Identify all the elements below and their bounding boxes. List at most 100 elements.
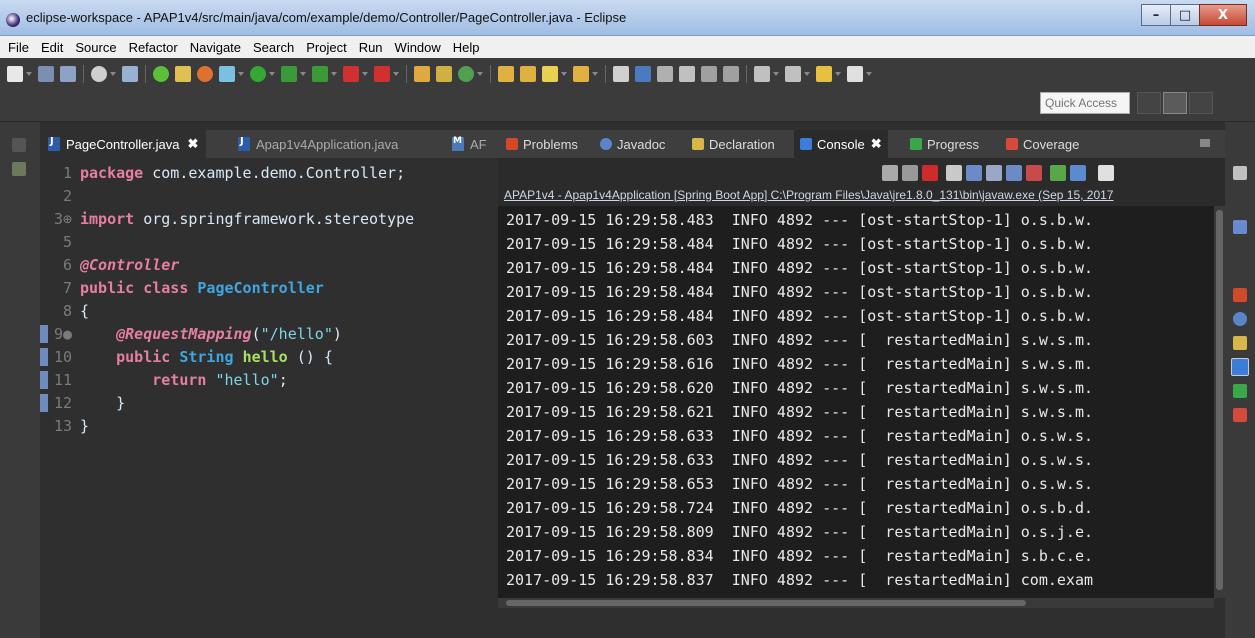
chevron-down-icon[interactable] — [238, 72, 244, 76]
menu-run[interactable]: Run — [353, 40, 389, 55]
remove-launch-icon[interactable] — [882, 165, 898, 181]
maximize-button[interactable]: □ — [1170, 4, 1200, 26]
console-horizontal-scrollbar[interactable] — [498, 598, 1214, 608]
coverage-run-icon[interactable] — [281, 66, 297, 82]
chevron-down-icon[interactable] — [835, 72, 841, 76]
scroll-lock-icon[interactable] — [966, 165, 982, 181]
menu-navigate[interactable]: Navigate — [184, 40, 247, 55]
tab-declaration[interactable]: Declaration — [686, 130, 781, 158]
console-vertical-scrollbar[interactable] — [1214, 206, 1225, 598]
declaration-icon[interactable] — [1233, 336, 1247, 350]
package-explorer-icon[interactable] — [12, 162, 26, 176]
new-class-icon[interactable] — [458, 66, 474, 82]
chevron-down-icon[interactable] — [393, 72, 399, 76]
outline-icon[interactable] — [1233, 220, 1247, 234]
external-tools-icon[interactable] — [312, 66, 328, 82]
line-number[interactable]: 9● — [40, 325, 80, 343]
quick-access-input[interactable] — [1040, 92, 1130, 114]
javadoc-icon[interactable] — [1233, 312, 1247, 326]
chevron-down-icon[interactable] — [26, 72, 32, 76]
tab-pagecontroller[interactable]: PageController.java ✖ — [40, 130, 207, 158]
relaunch-icon[interactable] — [197, 66, 213, 82]
tab-coverage[interactable]: Coverage — [1000, 130, 1085, 158]
show-stderr-icon[interactable] — [1026, 165, 1042, 181]
new-icon[interactable] — [7, 66, 23, 82]
chevron-down-icon[interactable] — [866, 72, 872, 76]
chevron-down-icon[interactable] — [331, 72, 337, 76]
spring-boot-icon[interactable] — [153, 66, 169, 82]
close-button[interactable]: X — [1199, 4, 1247, 26]
next-annotation-icon[interactable] — [754, 66, 770, 82]
search-icon[interactable] — [613, 66, 629, 82]
open-folder-icon[interactable] — [573, 66, 589, 82]
chevron-down-icon[interactable] — [804, 72, 810, 76]
menu-project[interactable]: Project — [300, 40, 352, 55]
previous-annotation-icon[interactable] — [785, 66, 801, 82]
show-whitespace-icon[interactable] — [679, 66, 695, 82]
menu-source[interactable]: Source — [69, 40, 122, 55]
tab-progress[interactable]: Progress — [904, 130, 985, 158]
pencil-icon[interactable] — [542, 66, 558, 82]
tab-apap1v4application[interactable]: Apap1v4Application.java — [230, 130, 406, 158]
toggle-mark-icon[interactable] — [657, 66, 673, 82]
new-java-project-icon[interactable] — [414, 66, 430, 82]
annotation-icon[interactable] — [635, 66, 651, 82]
chevron-down-icon[interactable] — [300, 72, 306, 76]
word-wrap-icon[interactable] — [986, 165, 1002, 181]
chevron-down-icon[interactable] — [592, 72, 598, 76]
remove-all-terminated-icon[interactable] — [902, 165, 918, 181]
java-perspective-icon[interactable] — [1163, 92, 1187, 114]
chevron-down-icon[interactable] — [773, 72, 779, 76]
pin-console-icon[interactable] — [1050, 165, 1066, 181]
console-icon[interactable] — [1231, 358, 1249, 376]
back-icon[interactable] — [816, 66, 832, 82]
save-icon[interactable] — [38, 66, 54, 82]
code-editor[interactable]: 1 package com.example.demo.Controller; 2… — [40, 158, 502, 638]
close-icon[interactable]: ✖ — [187, 136, 198, 152]
chevron-down-icon[interactable] — [110, 72, 116, 76]
menu-refactor[interactable]: Refactor — [123, 40, 184, 55]
terminate-icon[interactable] — [374, 66, 390, 82]
skip-breakpoints-icon[interactable] — [122, 66, 138, 82]
menu-search[interactable]: Search — [247, 40, 300, 55]
minimize-button[interactable]: – — [1141, 4, 1171, 26]
open-console-icon[interactable] — [1098, 165, 1114, 181]
block-selection-icon[interactable] — [701, 66, 717, 82]
open-task-icon[interactable] — [520, 66, 536, 82]
progress-icon[interactable] — [1233, 384, 1247, 398]
tab-overflow[interactable]: AF — [444, 130, 495, 158]
new-package-icon[interactable] — [436, 66, 452, 82]
debug-icon[interactable] — [91, 66, 107, 82]
tab-problems[interactable]: Problems — [500, 130, 584, 158]
save-all-icon[interactable] — [60, 66, 76, 82]
tab-javadoc[interactable]: Javadoc — [594, 130, 671, 158]
clear-console-icon[interactable] — [946, 165, 962, 181]
show-stdout-icon[interactable] — [1006, 165, 1022, 181]
close-icon[interactable]: ✖ — [871, 136, 882, 152]
scrollbar-thumb[interactable] — [1216, 210, 1223, 590]
forward-icon[interactable] — [847, 66, 863, 82]
chevron-down-icon[interactable] — [269, 72, 275, 76]
menu-file[interactable]: File — [2, 40, 35, 55]
scrollbar-thumb[interactable] — [506, 600, 1026, 606]
terminal-icon[interactable] — [175, 66, 191, 82]
chevron-down-icon[interactable] — [561, 72, 567, 76]
chevron-down-icon[interactable] — [362, 72, 368, 76]
spring-perspective-icon[interactable] — [1189, 92, 1213, 114]
view-menu-icon[interactable] — [1200, 139, 1210, 147]
console-output[interactable]: 2017-09-15 16:29:58.483 INFO 4892 --- [o… — [498, 206, 1214, 606]
stop-icon[interactable] — [343, 66, 359, 82]
debug-run-icon[interactable] — [219, 66, 235, 82]
line-number[interactable]: 3⊕ — [40, 210, 80, 228]
coverage-icon[interactable] — [1233, 408, 1247, 422]
task-list-icon[interactable] — [1233, 166, 1247, 180]
restore-icon[interactable] — [12, 138, 26, 152]
chevron-down-icon[interactable] — [477, 72, 483, 76]
terminate-icon[interactable] — [922, 165, 938, 181]
display-console-icon[interactable] — [1070, 165, 1086, 181]
open-type-icon[interactable] — [498, 66, 514, 82]
menu-help[interactable]: Help — [447, 40, 486, 55]
menu-edit[interactable]: Edit — [35, 40, 69, 55]
tab-console[interactable]: Console ✖ — [794, 130, 888, 158]
breadcrumb-icon[interactable] — [723, 66, 739, 82]
